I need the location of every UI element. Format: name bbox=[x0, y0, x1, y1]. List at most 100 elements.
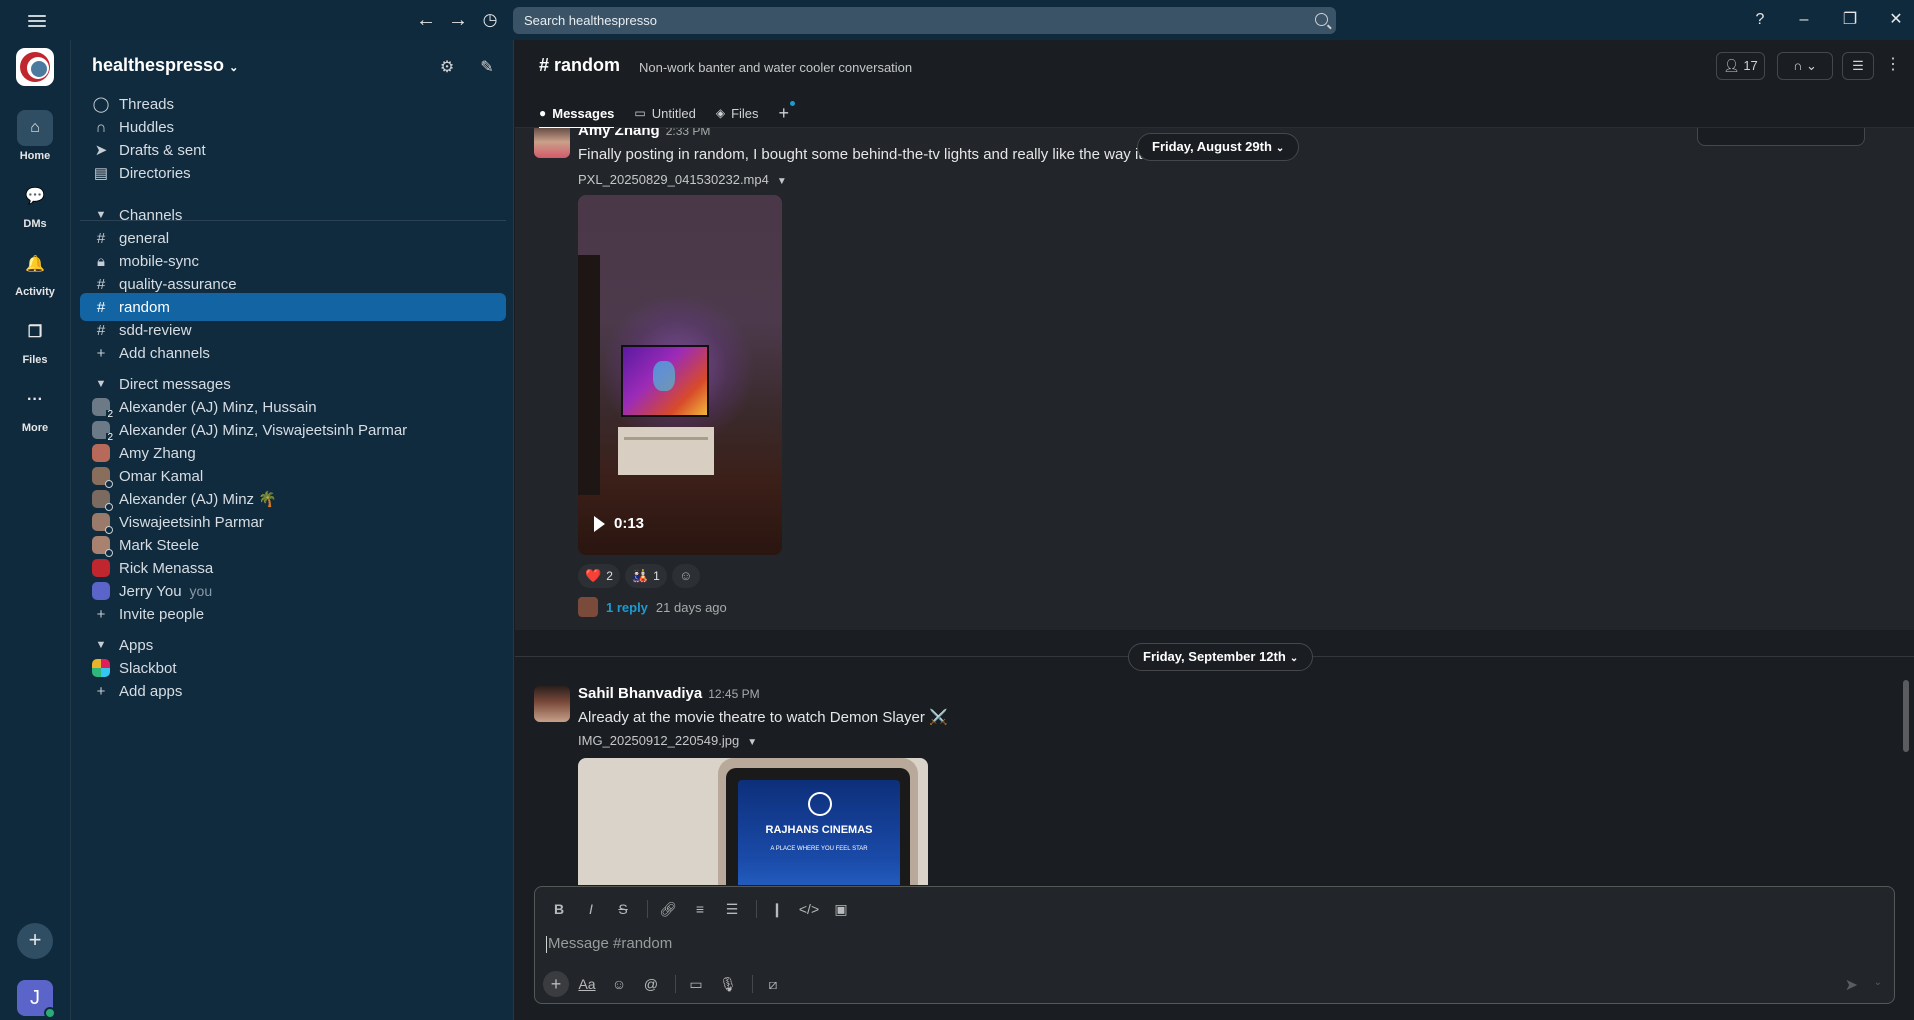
hamburger-menu-icon[interactable] bbox=[28, 12, 46, 28]
section-label: Channels bbox=[119, 206, 183, 224]
text-format-icon[interactable]: Aa bbox=[573, 971, 601, 997]
add-apps-button[interactable]: + Add apps bbox=[80, 677, 506, 705]
italic-icon[interactable]: I bbox=[577, 897, 605, 921]
plus-icon: + bbox=[96, 682, 106, 700]
tab-messages[interactable]: ● Messages bbox=[539, 98, 615, 129]
reaction-custom[interactable]: 🎎 1 bbox=[624, 564, 667, 588]
add-reaction-icon[interactable]: ☺ bbox=[671, 564, 700, 588]
home-icon: ⌂ bbox=[17, 110, 53, 146]
forward-arrow-icon[interactable]: → bbox=[446, 8, 470, 32]
sidebar-item-directories[interactable]: ▤ Directories bbox=[80, 159, 506, 187]
more-icon: ··· bbox=[27, 391, 43, 408]
compose-icon[interactable]: ✎ bbox=[477, 57, 497, 77]
code-block-icon[interactable]: ▣ bbox=[827, 897, 855, 921]
layers-icon: ◈ bbox=[715, 106, 726, 120]
attach-plus-icon[interactable]: + bbox=[543, 971, 569, 997]
avatar[interactable] bbox=[534, 128, 570, 158]
code-icon[interactable]: </> bbox=[795, 897, 823, 921]
huddle-button[interactable]: ∩ ⌄ bbox=[1777, 52, 1833, 80]
send-options-chevron-icon[interactable]: ⌄ bbox=[1874, 977, 1882, 988]
message-actions-bar[interactable] bbox=[1697, 128, 1865, 146]
message-text: Already at the movie theatre to watch De… bbox=[578, 709, 948, 726]
rail-more[interactable]: ··· More bbox=[0, 382, 70, 434]
video-play-button[interactable]: 0:13 bbox=[594, 515, 644, 532]
headphones-icon: ∩ bbox=[1793, 58, 1803, 73]
avatar[interactable] bbox=[534, 686, 570, 722]
rail-dms[interactable]: 💬 DMs bbox=[0, 178, 70, 230]
video-camera-icon[interactable]: ▭ bbox=[682, 971, 710, 997]
channel-title[interactable]: # random bbox=[539, 55, 620, 76]
emoji-icon[interactable]: ☺ bbox=[605, 971, 633, 997]
help-icon[interactable]: ? bbox=[1750, 10, 1770, 30]
message-sender[interactable]: Amy Zhang 2:33 PM bbox=[578, 128, 710, 139]
lock-icon: 🔒︎ bbox=[97, 252, 105, 270]
thread-summary[interactable]: 1 reply 21 days ago bbox=[578, 597, 727, 617]
message-input[interactable]: Message #random bbox=[545, 935, 672, 953]
restore-icon[interactable]: ❐ bbox=[1840, 10, 1860, 30]
canvas-button[interactable]: ☰ bbox=[1842, 52, 1874, 80]
ordered-list-icon[interactable]: ≡ bbox=[686, 897, 714, 921]
message-time[interactable]: 12:45 PM bbox=[708, 687, 759, 701]
scrollbar[interactable] bbox=[1903, 680, 1909, 752]
back-arrow-icon[interactable]: ← bbox=[414, 8, 438, 32]
slash-command-icon[interactable]: ⧄ bbox=[759, 971, 787, 997]
link-icon[interactable]: 🔗︎ bbox=[654, 897, 682, 921]
settings-gear-icon[interactable]: ⚙ bbox=[437, 57, 457, 77]
dm-label: Alexander (AJ) Minz, Hussain bbox=[119, 398, 317, 416]
channel-label: general bbox=[119, 229, 170, 247]
rail-files[interactable]: ❐ Files bbox=[0, 314, 70, 366]
message-composer[interactable]: B I S 🔗︎ ≡ ☰ ❙ </> ▣ Message #random + A… bbox=[534, 886, 1895, 1004]
workspace-rail: ⌂ Home 💬 DMs 🔔 Activity ❐ Files ··· More… bbox=[0, 40, 70, 1020]
workspace-logo[interactable] bbox=[16, 48, 54, 86]
photo-screen: RAJHANS CINEMAS A PLACE WHERE YOU FEEL S… bbox=[738, 780, 900, 885]
microphone-icon[interactable]: 🎙︎ bbox=[714, 971, 742, 997]
search-icon bbox=[1315, 13, 1328, 26]
chevron-down-icon: ⌄ bbox=[229, 62, 239, 74]
add-tab-plus-icon[interactable]: + bbox=[779, 100, 795, 124]
chevron-down-icon: ⌄ bbox=[1275, 143, 1285, 154]
reaction-heart[interactable]: ❤️ 2 bbox=[578, 564, 620, 588]
rail-home[interactable]: ⌂ Home bbox=[0, 110, 70, 162]
play-icon bbox=[594, 515, 605, 532]
history-clock-icon[interactable]: ◷ bbox=[478, 8, 502, 32]
reaction-count: 1 bbox=[653, 569, 660, 583]
invite-label: Invite people bbox=[119, 605, 205, 623]
search-bar[interactable]: Search healthespresso bbox=[513, 7, 1336, 34]
invite-people-button[interactable]: + Invite people bbox=[80, 600, 506, 628]
workspace-name[interactable]: healthespresso ⌄ bbox=[92, 55, 238, 76]
strikethrough-icon[interactable]: S bbox=[609, 897, 637, 921]
tab-files[interactable]: ◈ Files bbox=[716, 98, 759, 128]
video-scene-door bbox=[578, 255, 600, 495]
date-divider[interactable]: Friday, September 12th ⌄ bbox=[1128, 643, 1314, 671]
tab-untitled[interactable]: ▭ Untitled bbox=[634, 98, 695, 128]
channel-header: # random Non-work banter and water coole… bbox=[515, 40, 1914, 129]
avatar bbox=[92, 467, 113, 488]
message-sender[interactable]: Sahil Bhanvadiya 12:45 PM bbox=[578, 685, 760, 702]
plus-icon: + bbox=[96, 344, 106, 362]
video-attachment[interactable]: 0:13 bbox=[578, 195, 782, 555]
message-time[interactable]: 2:33 PM bbox=[666, 128, 711, 138]
image-attachment[interactable]: RAJHANS CINEMAS A PLACE WHERE YOU FEEL S… bbox=[578, 758, 928, 885]
rail-activity[interactable]: 🔔 Activity bbox=[0, 246, 70, 298]
file-name[interactable]: IMG_20250912_220549.jpg ▼ bbox=[578, 733, 757, 748]
user-avatar[interactable]: J bbox=[17, 980, 56, 1019]
add-channels-button[interactable]: + Add channels bbox=[80, 339, 506, 367]
message-list[interactable]: Amy Zhang 2:33 PM Finally posting in rand… bbox=[515, 128, 1914, 885]
formatting-toolbar: B I S 🔗︎ ≡ ☰ ❙ </> ▣ bbox=[545, 897, 859, 921]
minimize-icon[interactable]: – bbox=[1794, 10, 1814, 30]
add-workspace-button[interactable]: + bbox=[17, 923, 53, 959]
members-button[interactable]: 👤︎ 17 bbox=[1716, 52, 1765, 80]
dm-label: Alexander (AJ) Minz 🌴 bbox=[119, 491, 277, 508]
kebab-menu-icon[interactable]: ⋮ bbox=[1885, 54, 1901, 74]
close-icon[interactable]: ✕ bbox=[1886, 10, 1906, 30]
reply-link[interactable]: 1 reply bbox=[606, 600, 648, 615]
bulleted-list-icon[interactable]: ☰ bbox=[718, 897, 746, 921]
file-name[interactable]: PXL_20250829_041530232.mp4 ▼ bbox=[578, 172, 787, 187]
send-icon: ➤ bbox=[94, 142, 108, 159]
bold-icon[interactable]: B bbox=[545, 897, 573, 921]
date-divider[interactable]: Friday, August 29th ⌄ bbox=[1137, 133, 1300, 161]
directory-icon: ▤ bbox=[93, 165, 109, 182]
send-icon[interactable]: ➤ bbox=[1845, 975, 1858, 995]
blockquote-icon[interactable]: ❙ bbox=[763, 897, 791, 921]
mention-icon[interactable]: @ bbox=[637, 971, 665, 997]
